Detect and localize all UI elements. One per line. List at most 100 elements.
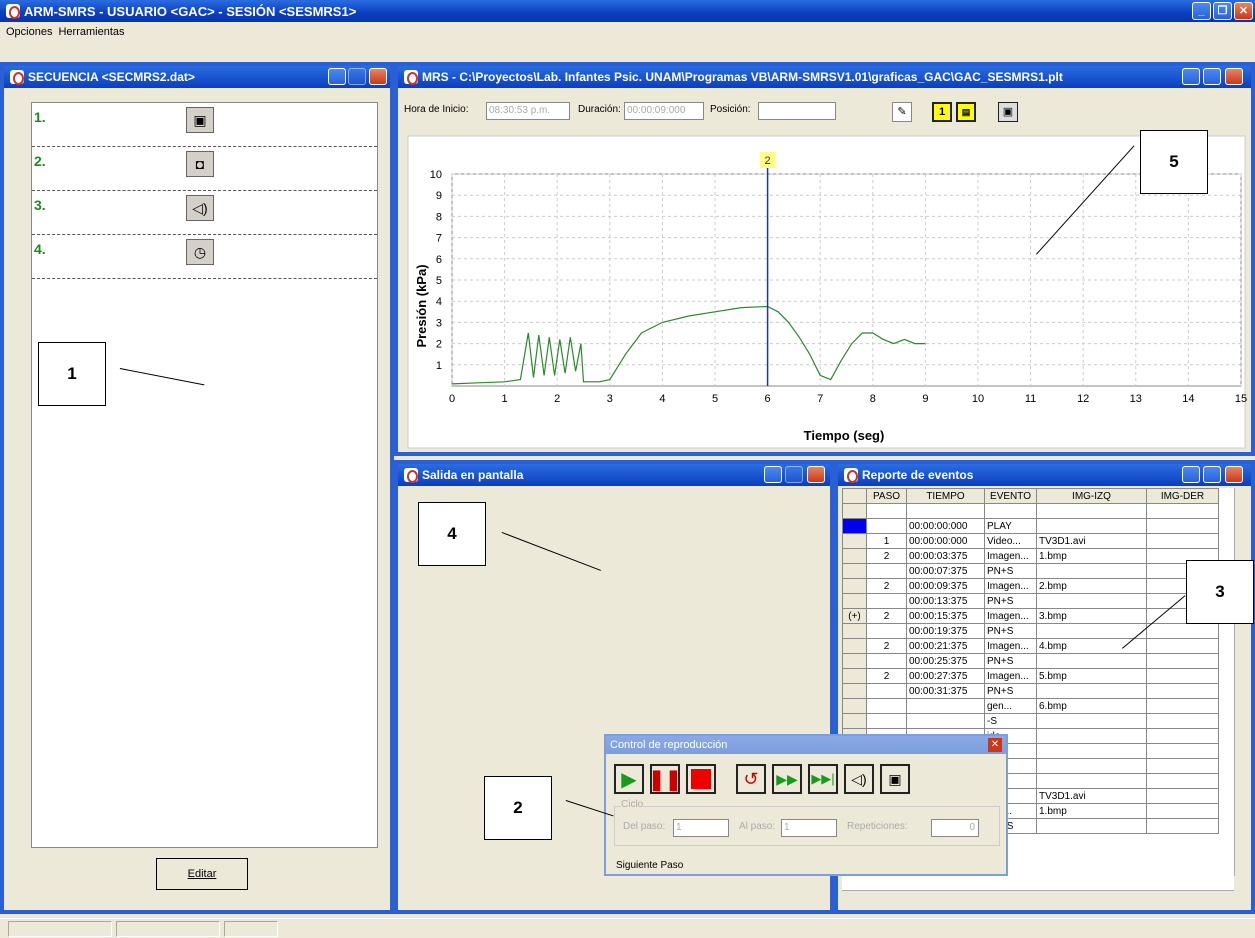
events-minimize-button[interactable] — [1182, 466, 1200, 483]
table-cell — [866, 698, 907, 714]
output-close-button[interactable] — [807, 466, 825, 483]
events-maximize-button[interactable] — [1203, 466, 1221, 483]
table-row[interactable]: gen... 6.bmp — [842, 698, 1219, 714]
table-row[interactable]: 2 00:00:27:375 Imagen... 5.bmp — [842, 668, 1219, 684]
table-cell: Imagen... — [984, 638, 1037, 654]
minimize-button[interactable]: _ — [1192, 2, 1211, 20]
output-maximize-button[interactable] — [785, 466, 803, 483]
table-cell — [866, 503, 907, 519]
mrs-title: MRS - C:\Proyectos\Lab. Infantes Psic. U… — [422, 70, 1063, 84]
column-header[interactable] — [842, 488, 867, 504]
table-header: PASO TIEMPO EVENTO IMG-IZQ IMG-DER — [842, 488, 1219, 504]
from-select[interactable]: 1 — [673, 819, 729, 837]
table-cell — [1146, 698, 1219, 714]
save-icon[interactable]: ▣ — [998, 102, 1018, 122]
sequence-item[interactable]: 4. ◷ — [32, 235, 377, 279]
duration-label: Duración: — [578, 104, 621, 115]
events-hscrollbar[interactable] — [842, 890, 1234, 907]
table-cell — [1036, 683, 1147, 699]
pause-icon: ❚❚ — [648, 768, 682, 791]
table-cell: PN+S — [984, 653, 1037, 669]
table-cell — [866, 563, 907, 579]
output-minimize-button[interactable] — [764, 466, 782, 483]
events-close-button[interactable] — [1225, 466, 1243, 483]
table-row[interactable]: (+) 2 00:00:15:375 Imagen... 3.bmp — [842, 608, 1219, 624]
column-header[interactable]: IMG-DER — [1146, 488, 1219, 504]
menu-opciones[interactable]: Opciones — [6, 26, 52, 38]
table-row[interactable]: 2 00:00:03:375 Imagen... 1.bmp — [842, 548, 1219, 564]
table-row[interactable]: 00:00:31:375 PN+S — [842, 683, 1219, 699]
to-select[interactable]: 1 — [781, 819, 837, 837]
table-row[interactable]: 2 00:00:09:375 Imagen... 2.bmp — [842, 578, 1219, 594]
column-header[interactable]: TIEMPO — [906, 488, 985, 504]
table-row[interactable]: 1 00:00:00:000 Video... TV3D1.avi — [842, 533, 1219, 549]
events-vscrollbar[interactable] — [1234, 488, 1251, 876]
sequence-close-button[interactable] — [369, 68, 387, 85]
sequence-minimize-button[interactable] — [328, 68, 346, 85]
next-button[interactable]: ▶▶ — [772, 764, 802, 794]
table-cell — [1036, 653, 1147, 669]
restore-button[interactable]: ❐ — [1213, 2, 1232, 20]
mrs-minimize-button[interactable] — [1182, 68, 1200, 85]
table-row[interactable] — [842, 503, 1219, 519]
video-icon[interactable]: ▣ — [186, 107, 214, 133]
table-cell: TV3D1.avi — [1036, 533, 1147, 549]
close-button[interactable]: ✕ — [1234, 2, 1253, 20]
y-tick-label: 10 — [430, 169, 442, 181]
mrs-maximize-button[interactable] — [1203, 68, 1221, 85]
reps-field[interactable]: 0 — [931, 819, 979, 837]
loop-button[interactable]: ↺ — [736, 764, 766, 794]
table-cell — [1036, 623, 1147, 639]
table-cell — [842, 503, 867, 519]
video-button[interactable]: ▣ — [880, 764, 910, 794]
table-cell: 00:00:21:375 — [906, 638, 985, 654]
gauge-icon[interactable]: ◷ — [186, 239, 214, 265]
sequence-item[interactable]: 3. ◁) — [32, 191, 377, 235]
table-cell: 00:00:07:375 — [906, 563, 985, 579]
pause-button[interactable]: ❚❚ — [648, 764, 682, 794]
audio-button[interactable]: ◁) — [844, 764, 874, 794]
play-icon: ▶ — [621, 768, 637, 791]
view-single-icon[interactable]: 1 — [932, 102, 952, 122]
table-row[interactable]: 00:00:25:375 PN+S — [842, 653, 1219, 669]
table-cell — [866, 623, 907, 639]
eraser-icon[interactable]: ✎ — [892, 102, 912, 122]
table-row[interactable]: 00:00:00:000 PLAY — [842, 518, 1219, 534]
sequence-item-number: 2. — [34, 153, 46, 169]
column-header[interactable]: IMG-IZQ — [1036, 488, 1147, 504]
table-cell — [1036, 713, 1147, 729]
playback-close-button[interactable]: ✕ — [988, 738, 1002, 752]
sequence-maximize-button[interactable] — [348, 68, 366, 85]
speaker-icon[interactable]: ◁) — [186, 195, 214, 221]
table-cell — [1146, 683, 1219, 699]
start-field[interactable]: 08:30:53 p.m. — [486, 102, 570, 120]
mrs-close-button[interactable] — [1225, 68, 1243, 85]
play-button[interactable]: ▶ — [614, 764, 644, 794]
x-tick-label: 13 — [1130, 393, 1142, 405]
table-cell — [842, 518, 867, 534]
table-cell — [842, 698, 867, 714]
column-header[interactable]: PASO — [866, 488, 907, 504]
sequence-item[interactable]: 2. ◘ — [32, 147, 377, 191]
table-row[interactable]: 2 00:00:21:375 Imagen... 4.bmp — [842, 638, 1219, 654]
start-label: Hora de Inicio: — [404, 104, 469, 115]
table-row[interactable]: -S — [842, 713, 1219, 729]
menu-herramientas[interactable]: Herramientas — [58, 26, 124, 38]
camera-icon[interactable]: ◘ — [186, 151, 214, 177]
table-cell: 2 — [866, 668, 907, 684]
table-cell: 1.bmp — [1036, 803, 1147, 819]
view-multi-icon[interactable]: ▤ — [956, 102, 976, 122]
stop-button[interactable] — [686, 764, 716, 794]
playback-status: Siguiente Paso — [616, 860, 684, 871]
last-button[interactable]: ▶▶| — [808, 764, 838, 794]
playback-title: Control de reproducción — [606, 736, 1006, 754]
column-header[interactable]: EVENTO — [984, 488, 1037, 504]
table-row[interactable]: 00:00:19:375 PN+S — [842, 623, 1219, 639]
sequence-item[interactable]: 1. ▣ — [32, 103, 377, 147]
position-field[interactable] — [758, 102, 836, 120]
table-cell: 00:00:25:375 — [906, 653, 985, 669]
edit-button[interactable]: Editar — [156, 858, 248, 890]
table-row[interactable]: 00:00:13:375 PN+S — [842, 593, 1219, 609]
table-row[interactable]: 00:00:07:375 PN+S — [842, 563, 1219, 579]
duration-field[interactable]: 00:00:09:000 — [624, 102, 704, 120]
